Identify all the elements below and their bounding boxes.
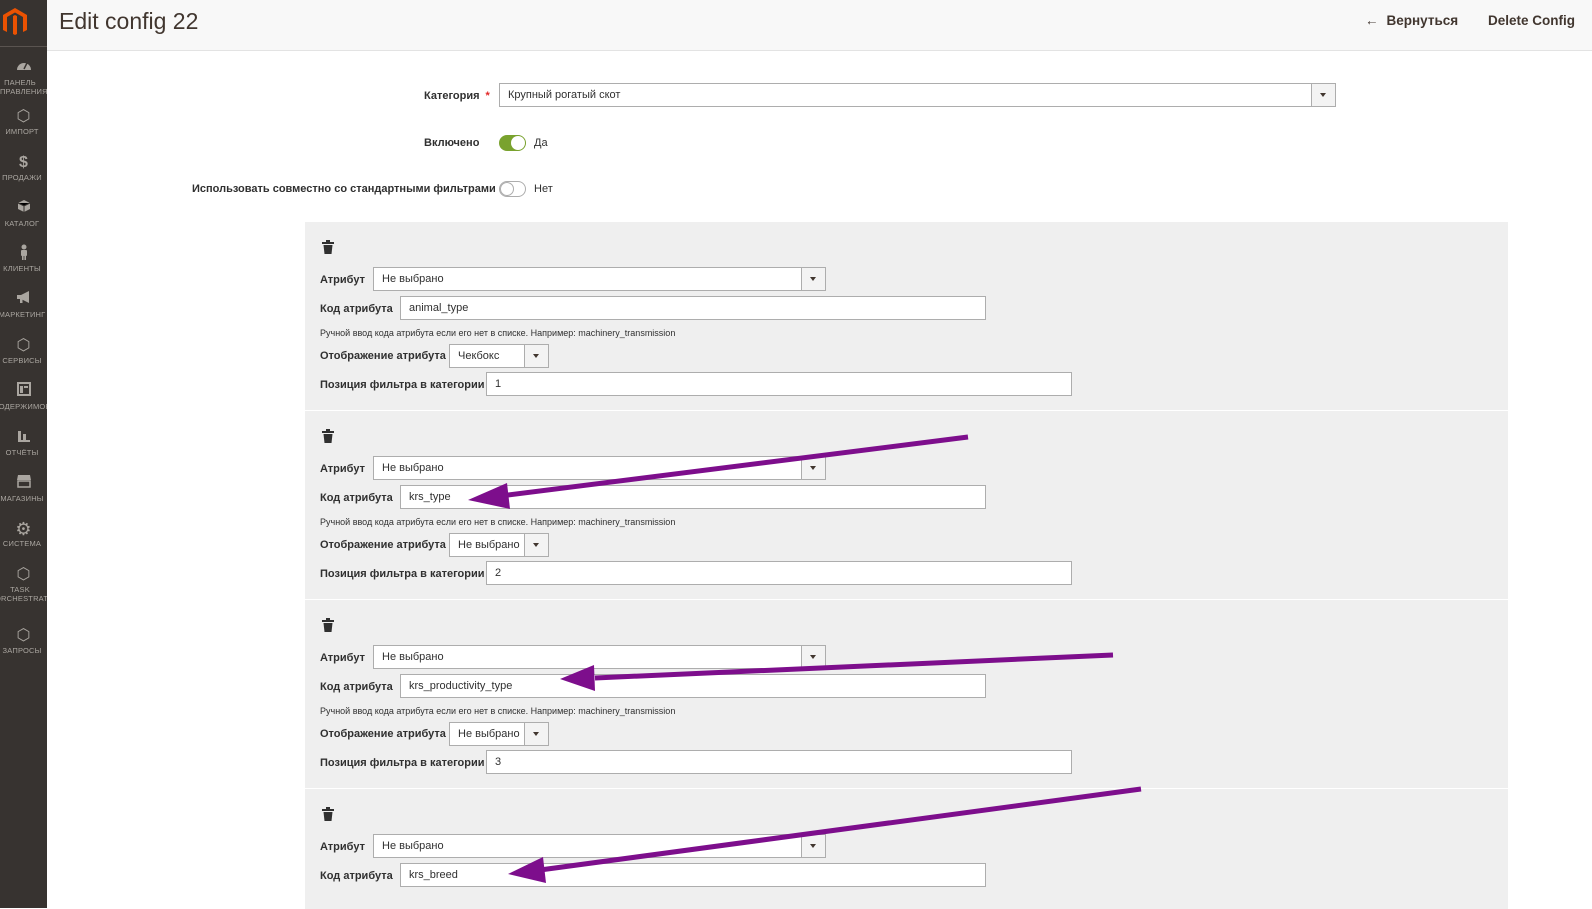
back-button[interactable]: ← Вернуться xyxy=(1365,13,1458,28)
attribute-label: Атрибут xyxy=(320,841,365,853)
nav-services[interactable]: ⬡ Сервисы xyxy=(0,336,47,365)
dollar-icon: $ xyxy=(19,154,28,171)
box-icon xyxy=(0,199,47,219)
attribute-code-input[interactable]: animal_type xyxy=(400,296,986,320)
display-label: Отображение атрибута xyxy=(320,350,446,362)
dashboard-icon xyxy=(0,58,47,78)
enabled-value: Да xyxy=(534,137,548,149)
nav-stores[interactable]: Магазины xyxy=(0,474,47,503)
position-label: Позиция фильтра в категории xyxy=(320,568,485,580)
trash-icon[interactable] xyxy=(322,240,334,254)
display-label: Отображение атрибута xyxy=(320,539,446,551)
nav-catalog[interactable]: Каталог xyxy=(0,199,47,228)
chevron-down-icon xyxy=(801,268,825,290)
page-title: Edit config 22 xyxy=(59,8,199,34)
nav-reports[interactable]: Отчёты xyxy=(0,428,47,457)
position-input[interactable]: 2 xyxy=(486,561,1072,585)
trash-icon[interactable] xyxy=(322,429,334,443)
filter-block-1: Атрибут Не выбрано Код атрибута animal_t… xyxy=(305,221,1508,410)
use-with-standard-toggle[interactable] xyxy=(499,181,526,197)
chevron-down-icon xyxy=(801,457,825,479)
gear-icon: ⚙ xyxy=(15,519,32,539)
position-input[interactable]: 1 xyxy=(486,372,1072,396)
admin-sidebar: Панель управления ⬡ Импорт $ Продажи Кат… xyxy=(0,0,47,908)
delete-config-button[interactable]: Delete Config xyxy=(1488,13,1575,28)
attribute-label: Атрибут xyxy=(320,652,365,664)
position-label: Позиция фильтра в категории xyxy=(320,757,485,769)
display-select[interactable]: Не выбрано xyxy=(449,722,549,746)
display-select[interactable]: Чекбокс xyxy=(449,344,549,368)
trash-icon[interactable] xyxy=(322,618,334,632)
display-select[interactable]: Не выбрано xyxy=(449,533,549,557)
attribute-select[interactable]: Не выбрано xyxy=(373,834,826,858)
filter-block-2: Атрибут Не выбрано Код атрибута krs_type… xyxy=(305,410,1508,599)
nav-requests[interactable]: ⬡ Запросы xyxy=(0,626,47,655)
layout-icon xyxy=(0,382,47,402)
chevron-down-icon xyxy=(524,534,548,556)
use-with-standard-label: Использовать совместно со стандартными ф… xyxy=(192,183,496,195)
position-label: Позиция фильтра в категории xyxy=(320,379,485,391)
hexagon-icon: ⬡ xyxy=(16,627,31,644)
attribute-code-hint: Ручной ввод кода атрибута если его нет в… xyxy=(320,517,676,527)
attribute-code-input[interactable]: krs_type xyxy=(400,485,986,509)
hexagon-icon: ⬡ xyxy=(16,337,31,354)
attribute-code-input[interactable]: krs_productivity_type xyxy=(400,674,986,698)
attribute-select[interactable]: Не выбрано xyxy=(373,645,826,669)
attribute-label: Атрибут xyxy=(320,463,365,475)
magento-logo[interactable] xyxy=(0,0,47,47)
attribute-code-input[interactable]: krs_breed xyxy=(400,863,986,887)
magento-logo-icon xyxy=(3,8,27,35)
attribute-code-hint: Ручной ввод кода атрибута если его нет в… xyxy=(320,328,676,338)
enabled-label: Включено xyxy=(424,137,480,149)
nav-system[interactable]: ⚙ Система xyxy=(0,519,47,548)
attribute-select[interactable]: Не выбрано xyxy=(373,267,826,291)
nav-dashboard[interactable]: Панель управления xyxy=(0,58,47,96)
category-select[interactable]: Крупный рогатый скот xyxy=(499,83,1336,107)
category-label: Категория * xyxy=(424,90,490,102)
position-input[interactable]: 3 xyxy=(486,750,1072,774)
attribute-code-label: Код атрибута xyxy=(320,870,393,882)
nav-content[interactable]: Содержимое xyxy=(0,382,47,411)
bar-chart-icon xyxy=(0,428,47,448)
nav-sales[interactable]: $ Продажи xyxy=(0,153,47,182)
chevron-down-icon xyxy=(1311,84,1335,106)
nav-marketing[interactable]: Маркетинг xyxy=(0,290,47,319)
use-with-standard-value: Нет xyxy=(534,183,553,195)
store-icon xyxy=(0,474,47,494)
attribute-select[interactable]: Не выбрано xyxy=(373,456,826,480)
attribute-code-label: Код атрибута xyxy=(320,492,393,504)
attribute-label: Атрибут xyxy=(320,274,365,286)
required-asterisk: * xyxy=(485,90,490,102)
hexagon-icon: ⬡ xyxy=(16,108,31,125)
chevron-down-icon xyxy=(801,835,825,857)
person-icon xyxy=(0,244,47,264)
chevron-down-icon xyxy=(801,646,825,668)
filter-block-4: Атрибут Не выбрано Код атрибута krs_bree… xyxy=(305,788,1508,909)
nav-task-orchestrator[interactable]: ⬡ Task Orchestrator xyxy=(0,565,47,603)
megaphone-icon xyxy=(0,290,47,310)
display-label: Отображение атрибута xyxy=(320,728,446,740)
nav-customers[interactable]: Клиенты xyxy=(0,244,47,273)
arrow-left-icon: ← xyxy=(1365,13,1379,28)
attribute-code-hint: Ручной ввод кода атрибута если его нет в… xyxy=(320,706,676,716)
chevron-down-icon xyxy=(524,723,548,745)
filter-block-3: Атрибут Не выбрано Код атрибута krs_prod… xyxy=(305,599,1508,788)
hexagon-icon: ⬡ xyxy=(16,566,31,583)
page-header: Edit config 22 ← Вернуться Delete Config xyxy=(47,0,1592,51)
nav-import[interactable]: ⬡ Импорт xyxy=(0,107,47,136)
attribute-code-label: Код атрибута xyxy=(320,303,393,315)
chevron-down-icon xyxy=(524,345,548,367)
attribute-code-label: Код атрибута xyxy=(320,681,393,693)
enabled-toggle[interactable] xyxy=(499,135,526,151)
trash-icon[interactable] xyxy=(322,807,334,821)
